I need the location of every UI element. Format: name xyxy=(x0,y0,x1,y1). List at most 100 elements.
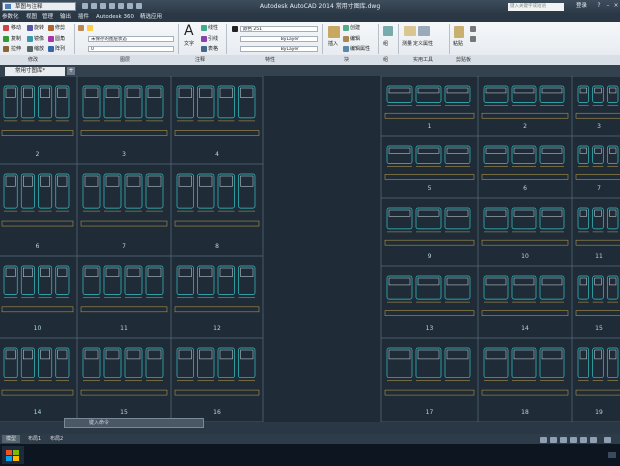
group-utilities[interactable]: 实用工具 xyxy=(413,56,433,64)
open-icon[interactable] xyxy=(91,3,97,9)
table-icon[interactable] xyxy=(201,46,207,52)
stretch-icon[interactable] xyxy=(3,46,9,52)
group-clipboard[interactable]: 剪贴板 xyxy=(456,56,471,64)
linear-label[interactable]: 线性 xyxy=(208,25,218,31)
stretch-label[interactable]: 拉伸 xyxy=(11,46,21,52)
array-icon[interactable] xyxy=(48,46,54,52)
group-layer[interactable]: 图层 xyxy=(120,56,130,64)
minimize-icon[interactable]: – xyxy=(605,3,611,9)
edit-attr-icon[interactable] xyxy=(343,46,349,52)
edit-label[interactable]: 编辑 xyxy=(350,36,360,42)
move-label[interactable]: 移动 xyxy=(11,25,21,31)
menu-featured-apps[interactable]: 精选应用 xyxy=(140,13,162,22)
search-input[interactable]: 键入关键字或短语 xyxy=(508,3,564,11)
rotate-icon[interactable] xyxy=(27,25,33,31)
chair-back xyxy=(513,209,535,217)
color-combo[interactable]: 颜色 251 xyxy=(240,26,318,32)
menu-manage[interactable]: 管理 xyxy=(42,13,53,22)
paste-label[interactable]: 粘贴 xyxy=(453,41,463,47)
copy-icon[interactable] xyxy=(3,36,9,42)
menu-parametric[interactable]: 参数化 xyxy=(2,13,19,22)
menu-view[interactable]: 视图 xyxy=(26,13,37,22)
file-tab[interactable]: 常用寸图库* xyxy=(5,67,65,76)
start-button[interactable] xyxy=(2,446,24,464)
mirror-label[interactable]: 镜像 xyxy=(34,36,44,42)
scale-icon[interactable] xyxy=(27,46,33,52)
osnap-icon[interactable] xyxy=(570,437,577,443)
model-tab[interactable]: 模型 xyxy=(2,435,21,443)
grid-icon[interactable] xyxy=(550,437,557,443)
insert-label[interactable]: 插入 xyxy=(328,41,338,47)
dimension-box xyxy=(481,112,569,119)
create-block-icon[interactable] xyxy=(343,25,349,31)
snap-icon[interactable] xyxy=(540,437,547,443)
leader-label[interactable]: 引线 xyxy=(208,36,218,42)
annotation-scale-icon[interactable] xyxy=(580,437,587,443)
text-icon[interactable]: A xyxy=(184,24,194,38)
help-icon[interactable]: ? xyxy=(596,3,602,9)
drawing-canvas[interactable]: 2 3 4 6 7 8 10 11 12 14 15 16 1 2 3 5 6 7 9 10 11 13 14 15 17 18 1… xyxy=(0,76,620,422)
undo-icon[interactable] xyxy=(127,3,133,9)
paste-icon[interactable] xyxy=(454,26,464,38)
print-icon[interactable] xyxy=(118,3,124,9)
cut-icon[interactable] xyxy=(470,26,476,32)
menu-output[interactable]: 输出 xyxy=(60,13,71,22)
ortho-icon[interactable] xyxy=(560,437,567,443)
create-label[interactable]: 创建 xyxy=(350,25,360,31)
edit-block-icon[interactable] xyxy=(343,36,349,42)
workspace-icon[interactable] xyxy=(590,437,597,443)
fillet-icon[interactable] xyxy=(48,36,54,42)
lineweight-combo[interactable]: ByLayer xyxy=(240,46,318,52)
layout2-tab[interactable]: 布局2 xyxy=(46,435,67,443)
group-modify[interactable]: 修改 xyxy=(28,56,38,64)
linetype-combo[interactable]: ByLayer xyxy=(240,36,318,42)
new-icon[interactable] xyxy=(82,3,88,9)
chair-back xyxy=(579,209,587,217)
saveas-icon[interactable] xyxy=(109,3,115,9)
leader-icon[interactable] xyxy=(201,36,207,42)
menu-autodesk360[interactable]: Autodesk 360 xyxy=(96,13,134,22)
insert-block-icon[interactable] xyxy=(328,26,340,38)
measure-icon[interactable] xyxy=(404,26,416,36)
trim-icon[interactable] xyxy=(48,25,54,31)
layer-combo[interactable]: 0 xyxy=(88,46,174,52)
linear-dim-icon[interactable] xyxy=(201,25,207,31)
show-desktop-icon[interactable] xyxy=(608,452,616,458)
mirror-icon[interactable] xyxy=(27,36,33,42)
command-line[interactable]: 键入命令 xyxy=(64,418,204,428)
scale-label[interactable]: 缩放 xyxy=(34,46,44,52)
layer-state-icon[interactable] xyxy=(87,25,93,31)
edit-attr-label[interactable]: 编辑属性 xyxy=(350,46,370,52)
redo-icon[interactable] xyxy=(136,3,142,9)
new-tab-icon[interactable]: + xyxy=(67,67,75,75)
move-icon[interactable] xyxy=(3,25,9,31)
table-label[interactable]: 表格 xyxy=(208,46,218,52)
menu-plugins[interactable]: 插件 xyxy=(78,13,89,22)
group-icon[interactable] xyxy=(383,26,393,36)
array-label[interactable]: 阵列 xyxy=(55,46,65,52)
layer-properties-icon[interactable] xyxy=(78,25,84,31)
save-icon[interactable] xyxy=(100,3,106,9)
settings-icon[interactable] xyxy=(604,437,611,443)
chair-back xyxy=(84,267,99,277)
fillet-label[interactable]: 圆角 xyxy=(55,36,65,42)
group-group[interactable]: 组 xyxy=(383,56,388,64)
copy-label[interactable]: 复制 xyxy=(11,36,21,42)
measure-label[interactable]: 测量 xyxy=(402,41,412,47)
trim-label[interactable]: 修剪 xyxy=(55,25,65,31)
define-attr-icon[interactable] xyxy=(418,26,430,36)
group-properties[interactable]: 特性 xyxy=(265,56,275,64)
close-icon[interactable]: × xyxy=(613,3,619,9)
login-button[interactable]: 登录 xyxy=(576,2,587,11)
layer-state-combo[interactable]: 未保存的图层状态 xyxy=(88,36,174,42)
define-attr-label[interactable]: 定义属性 xyxy=(413,41,433,47)
group-block[interactable]: 块 xyxy=(344,56,349,64)
layout1-tab[interactable]: 布局1 xyxy=(24,435,45,443)
group-label[interactable]: 组 xyxy=(383,41,388,47)
copy-clip-icon[interactable] xyxy=(470,36,476,42)
group-annotate[interactable]: 注释 xyxy=(195,56,205,64)
text-label[interactable]: 文字 xyxy=(184,41,194,47)
rotate-label[interactable]: 旋转 xyxy=(34,25,44,31)
workspace-selector[interactable]: 草图与注释 xyxy=(2,2,76,11)
chair-back xyxy=(417,147,440,154)
